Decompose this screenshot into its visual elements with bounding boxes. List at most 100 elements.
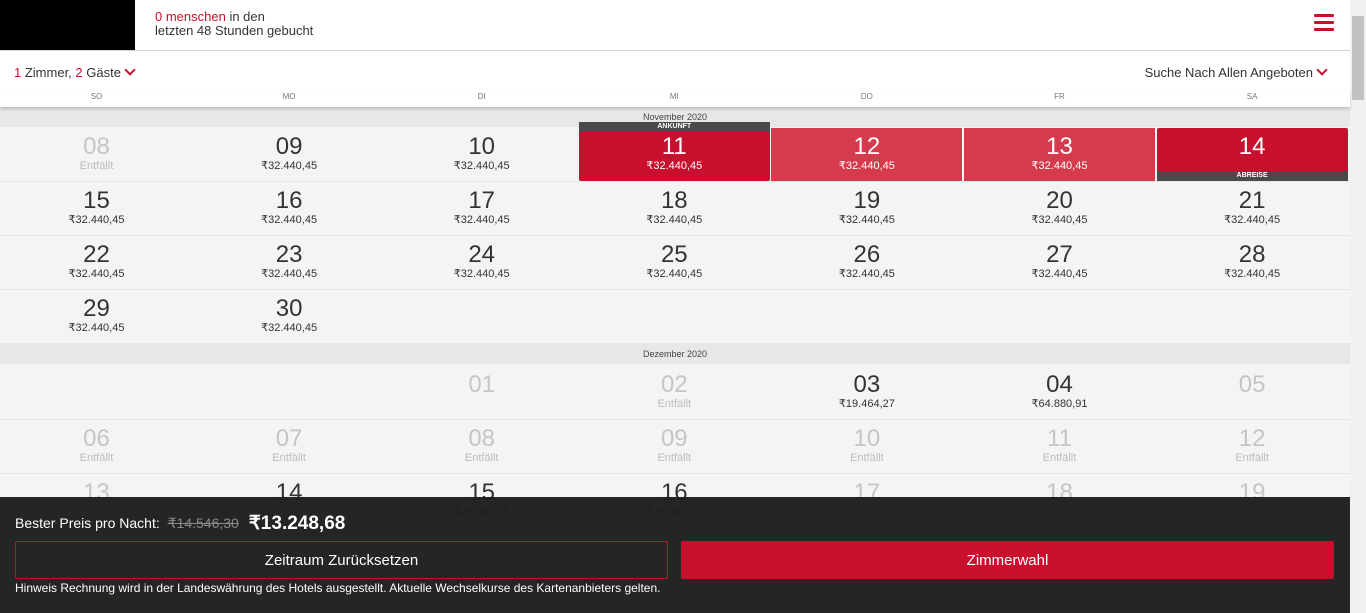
calendar-day: 10 Entfällt [771,420,962,473]
day-number: 09 [660,425,688,452]
day-number: 17 [468,187,496,214]
calendar-day[interactable]: ANKUNFT 11 ₹32.440,45 [578,122,770,181]
calendar-day[interactable]: 04 ₹64.880,91 [964,366,1155,419]
calendar-day[interactable]: 16 ₹32.440,45 [194,182,385,235]
booked-in: in den [225,9,265,24]
day-number: 30 [275,295,303,322]
day-price: ₹32.440,45 [646,268,703,280]
calendar-day: 11 Entfällt [964,420,1155,473]
day-number: 11 [661,133,687,160]
day-price: ₹32.440,45 [68,322,125,334]
calendar-day[interactable]: 30 ₹32.440,45 [194,290,385,343]
day-number: 25 [660,241,688,268]
day-price: ₹19.464,27 [838,398,895,410]
calendar-day[interactable]: 21 ₹32.440,45 [1157,182,1348,235]
calendar-day: 08 Entfällt [386,420,577,473]
day-number: 05 [1238,371,1266,398]
calendar-day: 06 Entfällt [1,420,192,473]
day-number: 26 [853,241,881,268]
calendar-week-row: 29 ₹32.440,45 30 ₹32.440,45 [0,290,1350,344]
day-number: 01 [468,371,496,398]
calendar-day: 08 Entfällt [1,128,192,181]
calendar-day[interactable]: 25 ₹32.440,45 [579,236,770,289]
day-price: ₹32.440,45 [261,322,318,334]
weekday-label: SO [90,92,103,101]
select-room-button[interactable]: Zimmerwahl [681,541,1334,579]
reset-dates-button[interactable]: Zeitraum Zurücksetzen [15,541,668,579]
search-offers-label: Suche Nach Allen Angeboten [1144,65,1313,80]
calendar-day: 05 [1157,366,1348,419]
calendar-week-row: 15 ₹32.440,45 16 ₹32.440,45 17 ₹32.440,45 18 ₹3… [0,182,1350,236]
hotel-logo[interactable] [0,0,135,50]
day-number: 29 [83,295,110,322]
calendar-day[interactable]: 24 ₹32.440,45 [386,236,577,289]
guests-label: Gäste [82,65,121,80]
day-number: 10 [853,425,881,452]
calendar-day[interactable]: 03 ₹19.464,27 [771,366,962,419]
calendar-day[interactable]: 27 ₹32.440,45 [964,236,1155,289]
search-all-offers-dropdown[interactable]: Suche Nach Allen Angeboten [1144,64,1328,80]
calendar-day[interactable]: 23 ₹32.440,45 [194,236,385,289]
day-price: ₹32.440,45 [453,268,510,280]
departure-tag: ABREISE [1156,171,1348,181]
day-number: 22 [83,241,110,268]
booking-summary-panel: Bester Preis pro Nacht: ₹14.546,30 ₹13.2… [0,497,1350,613]
day-number: 14 [1238,133,1266,160]
calendar-day[interactable]: 29 ₹32.440,45 [1,290,192,343]
day-number: 06 [83,425,110,452]
hamburger-menu-icon[interactable] [1314,14,1334,32]
old-price: ₹14.546,30 [167,515,239,531]
calendar-day[interactable]: 19 ₹32.440,45 [771,182,962,235]
calendar-day[interactable]: 17 ₹32.440,45 [386,182,577,235]
day-price: ₹32.440,45 [453,160,510,172]
calendar-day[interactable]: 28 ₹32.440,45 [1157,236,1348,289]
day-price: ₹32.440,45 [68,268,125,280]
day-number: 09 [275,133,303,160]
scrollbar-thumb[interactable] [1352,16,1364,100]
rooms-guests-dropdown[interactable]: 1 Zimmer, 2 Gäste [14,64,136,80]
currency-note: Hinweis Rechnung wird in der Landeswähru… [15,581,661,595]
day-price: Entfällt [657,398,692,410]
calendar-day[interactable]: 26 ₹32.440,45 [771,236,962,289]
day-number: 23 [275,241,303,268]
page-scrollbar[interactable] [1350,0,1366,613]
day-price: ₹32.440,45 [68,214,125,226]
day-price: ₹32.440,45 [1031,160,1088,172]
calendar-day[interactable]: 13 ₹32.440,45 [964,128,1155,181]
calendar-week-row: 08 Entfällt 09 ₹32.440,45 10 ₹32.440,45 ANKUNF… [0,122,1350,182]
day-number: 20 [1046,187,1073,214]
calendar-day[interactable]: 14 ABREISE [1156,128,1348,181]
top-header: 0 menschen in den letzten 48 Stunden geb… [0,0,1350,51]
day-number: 15 [83,187,110,214]
day-price: Entfällt [850,452,884,464]
day-number: 18 [660,187,688,214]
day-number: 16 [275,187,303,214]
day-price: ₹32.440,45 [646,160,703,172]
day-number: 19 [853,187,881,214]
day-number: 28 [1238,241,1266,268]
day-price: ₹32.440,45 [1224,214,1281,226]
month-label: Dezember 2020 [0,344,1350,364]
best-price: Bester Preis pro Nacht: ₹14.546,30 ₹13.2… [15,511,345,534]
day-price: ₹32.440,45 [1031,214,1088,226]
calendar-day[interactable]: 10 ₹32.440,45 [386,128,577,181]
calendar-week-row: 22 ₹32.440,45 23 ₹32.440,45 24 ₹32.440,45 25 ₹3… [0,236,1350,290]
recent-bookings-notice: 0 menschen in den letzten 48 Stunden geb… [155,10,313,38]
calendar-day[interactable]: 15 ₹32.440,45 [1,182,192,235]
day-number: 21 [1238,187,1266,214]
calendar-day[interactable]: 22 ₹32.440,45 [1,236,192,289]
day-price: Entfällt [657,452,692,464]
calendar-day: 12 Entfällt [1157,420,1348,473]
day-price: ₹32.440,45 [261,160,318,172]
booked-count: 0 menschen [155,9,226,24]
calendar-day[interactable]: 18 ₹32.440,45 [579,182,770,235]
day-price: ₹64.880,91 [1031,398,1088,410]
filter-row: 1 Zimmer, 2 Gäste Suche Nach Allen Angeb… [0,51,1350,89]
booked-timeframe: letzten 48 Stunden gebucht [155,23,314,38]
weekday-header: SO MO DI MI DO FR SA [0,89,1350,107]
calendar-day[interactable]: 20 ₹32.440,45 [964,182,1155,235]
calendar-day[interactable]: 12 ₹32.440,45 [771,128,963,181]
calendar-day[interactable]: 09 ₹32.440,45 [194,128,385,181]
day-price: Entfällt [272,452,306,464]
day-number: 03 [853,371,881,398]
